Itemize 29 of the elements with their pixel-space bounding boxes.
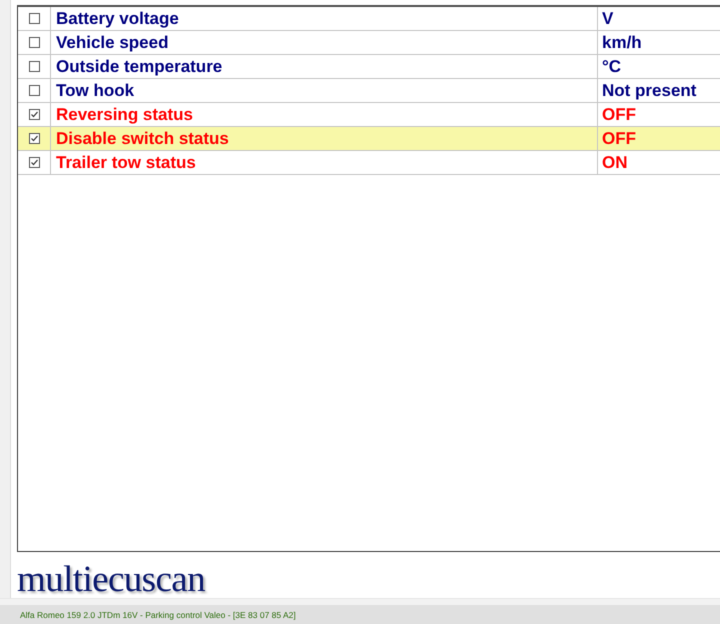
table-cell-text: OFF <box>601 128 637 150</box>
table-row[interactable]: Outside temperature °C <box>18 55 720 79</box>
checkbox[interactable] <box>28 13 40 24</box>
table-cell: Trailer tow status <box>51 151 598 174</box>
table-cell-text: ON <box>601 152 628 174</box>
status-bar: Alfa Romeo 159 2.0 JTDm 16V - Parking control Valeo - [3E 83 07 85 A2] <box>0 605 720 624</box>
table-row[interactable]: Trailer tow status ON <box>18 151 720 175</box>
table-row[interactable]: Battery voltage V <box>18 7 720 31</box>
checkbox[interactable] <box>28 109 40 120</box>
table-row[interactable]: Tow hook Not present <box>18 79 720 103</box>
table-row[interactable]: Vehicle speed km/h <box>18 31 720 55</box>
checkbox[interactable] <box>28 61 40 72</box>
table-cell-text: OFF <box>601 104 637 126</box>
table-cell: Tow hook <box>51 79 598 102</box>
logo: multiecuscan <box>17 561 206 598</box>
table-row[interactable]: Disable switch status OFF <box>18 127 720 151</box>
checkbox[interactable] <box>28 133 40 144</box>
checkbox[interactable] <box>28 85 40 96</box>
table-cell: Reversing status <box>51 103 598 126</box>
checkbox[interactable] <box>28 37 40 48</box>
table-cell-text: °C <box>601 56 622 78</box>
table-cell: Vehicle speed <box>51 31 598 54</box>
table-cell: Battery voltage <box>51 7 598 30</box>
table-cell: Disable switch status <box>51 127 598 150</box>
table-cell-text: V <box>601 8 614 30</box>
table-cell-text: Not present <box>601 80 698 102</box>
table-cell: Outside temperature <box>51 55 598 78</box>
table-cell-text: km/h <box>601 32 643 54</box>
checkbox[interactable] <box>28 157 40 168</box>
